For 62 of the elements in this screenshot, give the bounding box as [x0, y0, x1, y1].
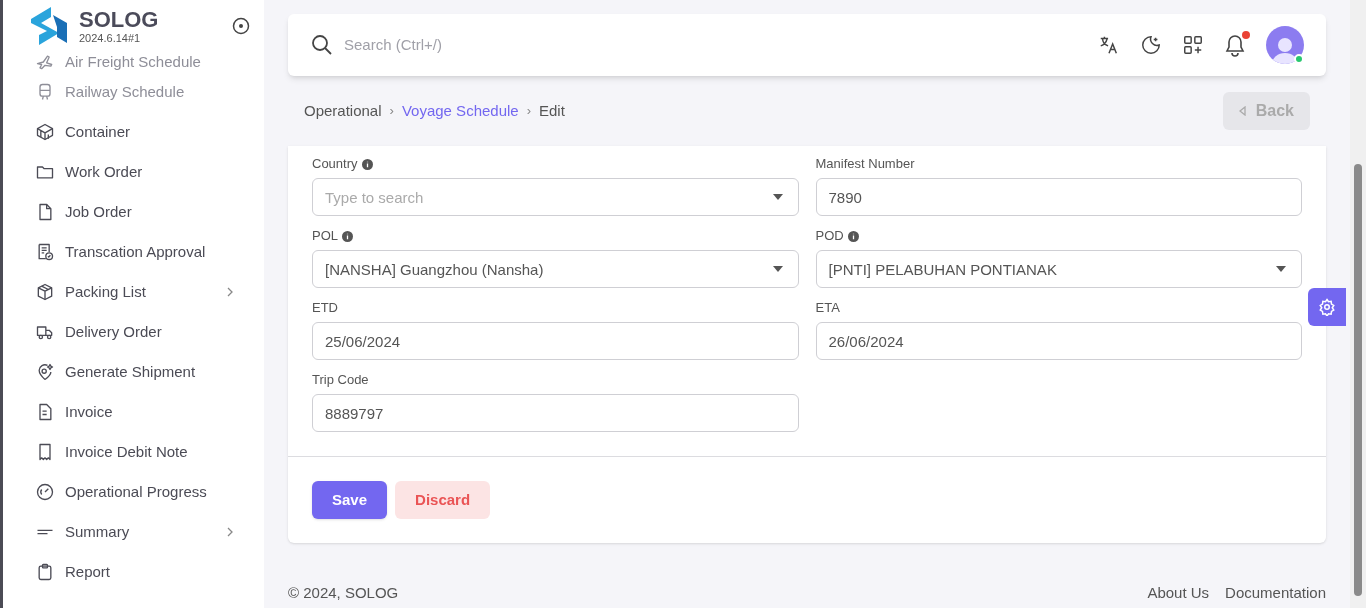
footer-link[interactable]: About Us	[1147, 581, 1210, 605]
info-icon	[847, 230, 859, 242]
brand-name: SOLOG	[79, 7, 159, 32]
info-icon	[361, 158, 373, 170]
sidebar-item[interactable]: Delivery Order	[3, 312, 264, 352]
save-button[interactable]: Save	[312, 481, 388, 519]
field-label: ETA	[815, 299, 840, 318]
info-icon	[342, 230, 353, 242]
gauge-icon	[35, 482, 55, 502]
dropdown-caret-icon	[772, 194, 783, 200]
field-label: POL	[312, 227, 338, 246]
version-text: 2024.6.14#1	[79, 31, 142, 45]
breadcrumb-item: Edit	[539, 100, 565, 121]
toggle-sidebar-icon[interactable]	[232, 17, 250, 35]
sidebar-item[interactable]: Report	[3, 552, 264, 592]
apps-grid-icon[interactable]	[1182, 34, 1204, 56]
sidebar-item[interactable]: Invoice	[3, 392, 264, 432]
scrollbar[interactable]	[1350, 0, 1366, 608]
sidebar-item[interactable]: Job Order	[3, 192, 264, 232]
sidebar-item[interactable]: Operational Progress	[3, 472, 264, 512]
dropdown-caret-icon	[772, 266, 783, 272]
sidebar-item[interactable]: Container	[3, 112, 264, 152]
dark-mode-icon[interactable]	[1140, 34, 1162, 56]
gear-icon	[1318, 298, 1336, 316]
breadcrumb-separator: ›	[526, 102, 531, 121]
sidebar-item[interactable]: Transcation Approval	[3, 232, 264, 272]
logo-icon	[29, 5, 69, 47]
breadcrumb-link[interactable]: Voyage Schedule	[401, 99, 519, 123]
breadcrumb-separator: ›	[389, 102, 394, 121]
translate-icon[interactable]	[1098, 34, 1120, 56]
input-field[interactable]: 26/06/2024	[815, 322, 1302, 360]
select-field[interactable]: [PNTI] PELABUHAN PONTIANAK	[815, 250, 1302, 288]
input-field[interactable]: 7890	[815, 178, 1302, 216]
input-field[interactable]: 25/06/2024	[312, 322, 799, 360]
caret-left-icon	[1238, 106, 1246, 116]
sidebar-item[interactable]: Invoice Debit Note	[3, 432, 264, 472]
field-label: POD	[815, 227, 844, 246]
chevron-right-icon	[226, 286, 234, 298]
avatar[interactable]	[1266, 26, 1304, 64]
sidebar-item[interactable]: Summary	[3, 512, 264, 552]
copyright-text: © 2024, SOLOG	[288, 582, 399, 603]
input-field[interactable]: 8889797	[312, 394, 799, 432]
search-icon	[310, 33, 334, 57]
sidebar-item[interactable]: Packing List	[3, 272, 264, 312]
plane-icon	[35, 52, 55, 72]
box-icon	[35, 282, 55, 302]
dropdown-caret-icon	[1276, 266, 1286, 272]
field-label: Manifest Number	[815, 155, 915, 174]
container-icon	[35, 122, 55, 142]
notification-bell-icon[interactable]	[1224, 33, 1246, 57]
field-label: Country	[312, 155, 358, 174]
select-field[interactable]: [NANSHA] Guangzhou (Nansha)	[312, 250, 799, 288]
chevron-right-icon	[226, 526, 234, 538]
field-label: Trip Code	[312, 371, 369, 390]
settings-button[interactable]	[1308, 288, 1346, 326]
sidebar-item[interactable]: Work Order	[3, 152, 264, 192]
footer-link[interactable]: Documentation	[1225, 581, 1326, 605]
search-field[interactable]: Search (Ctrl+/)	[344, 33, 644, 57]
breadcrumb-item: Operational	[304, 100, 382, 121]
field-label: ETD	[312, 299, 338, 318]
sidebar-item[interactable]: Generate Shipment	[3, 352, 264, 392]
select-field[interactable]: Type to search	[312, 178, 799, 216]
